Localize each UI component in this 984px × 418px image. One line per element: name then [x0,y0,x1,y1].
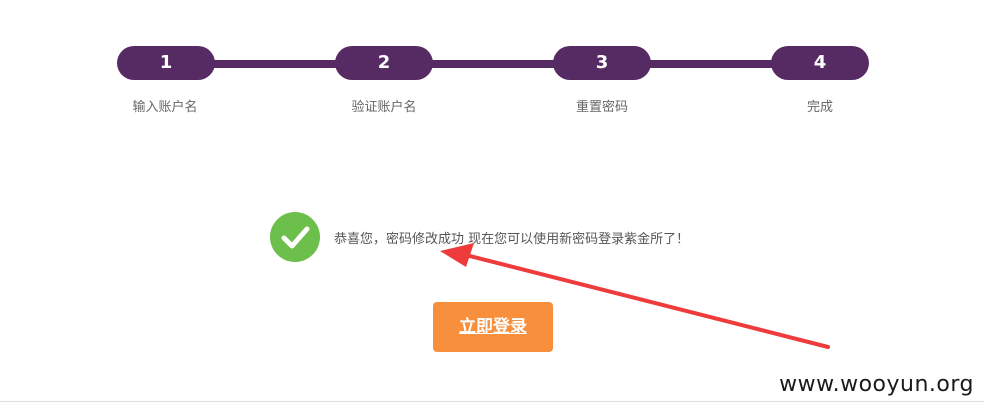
progress-steps: 1 2 3 4 输入账户名 验证账户名 重置密码 完成 [0,0,984,130]
step-2-label: 验证账户名 [351,100,417,115]
login-now-button[interactable]: 立即登录 [433,302,553,352]
watermark-text: www.wooyun.org [779,372,974,397]
step-2-badge: 2 [335,46,433,80]
success-message: 恭喜您，密码修改成功 现在您可以使用新密码登录紫金所了！ [270,211,689,263]
checkmark-circle-icon [270,212,320,262]
step-4-label: 完成 [806,100,833,115]
step-1-badge: 1 [117,46,215,80]
progress-track [165,60,819,68]
password-reset-complete-page: 1 2 3 4 输入账户名 验证账户名 重置密码 完成 恭喜您，密码修改成功 现… [0,0,984,418]
step-3-badge: 3 [553,46,651,80]
step-4-badge: 4 [771,46,869,80]
success-text: 恭喜您，密码修改成功 现在您可以使用新密码登录紫金所了！ [334,231,690,247]
step-1-label: 输入账户名 [132,100,198,115]
divider [0,401,984,402]
step-3-label: 重置密码 [575,100,628,115]
